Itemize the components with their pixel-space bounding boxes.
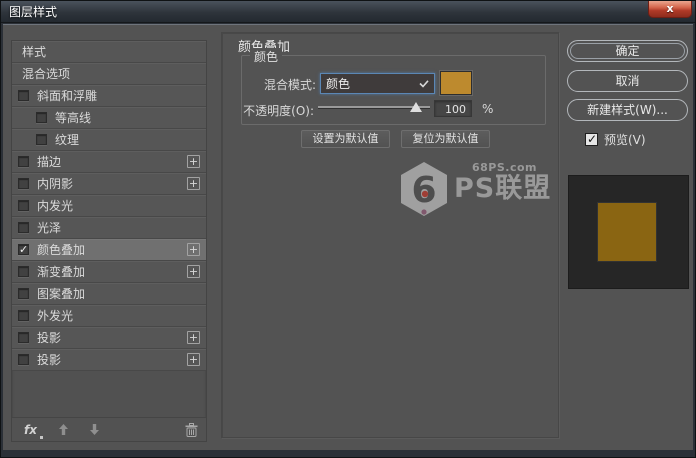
slider-thumb[interactable] <box>410 102 422 112</box>
sidebar-item[interactable]: 斜面和浮雕 <box>12 85 206 107</box>
title-bar: 图层样式 <box>1 1 695 23</box>
sidebar-item[interactable]: 渐变叠加+ <box>12 261 206 283</box>
duplicate-effect-button[interactable]: + <box>187 243 200 256</box>
effect-checkbox[interactable] <box>18 266 29 277</box>
sidebar-item-label: 图案叠加 <box>37 285 200 302</box>
sidebar-item-label: 描边 <box>37 153 187 170</box>
opacity-input[interactable]: 100 <box>434 100 472 117</box>
sidebar-item[interactable]: 投影+ <box>12 327 206 349</box>
effect-checkbox[interactable] <box>36 134 47 145</box>
sidebar-item[interactable]: 描边+ <box>12 151 206 173</box>
duplicate-effect-button[interactable]: + <box>187 353 200 366</box>
effect-checkbox[interactable] <box>18 200 29 211</box>
sidebar-item-label: 等高线 <box>55 109 200 126</box>
sidebar-item[interactable]: 光泽 <box>12 217 206 239</box>
styles-sidebar: 样式混合选项斜面和浮雕等高线纹理描边+内阴影+内发光光泽颜色叠加+渐变叠加+图案… <box>11 40 207 442</box>
make-default-button[interactable]: 设置为默认值 <box>301 130 390 148</box>
sidebar-item-label: 混合选项 <box>22 65 200 82</box>
sidebar-item-label: 光泽 <box>37 219 200 236</box>
sidebar-footer: fx <box>12 417 206 441</box>
style-list: 样式混合选项斜面和浮雕等高线纹理描边+内阴影+内发光光泽颜色叠加+渐变叠加+图案… <box>12 41 206 418</box>
arrow-down-icon <box>90 424 99 435</box>
sidebar-item[interactable]: 外发光 <box>12 305 206 327</box>
preview-checkbox-row[interactable]: 预览(V) <box>585 131 646 148</box>
percent-label: % <box>482 102 493 116</box>
duplicate-effect-button[interactable]: + <box>187 265 200 278</box>
color-groupbox: 颜色 混合模式: 颜色 不透明度(O): 100 % <box>241 55 546 125</box>
watermark: 6 68PS.com PS联盟 <box>398 161 551 219</box>
sidebar-item-label: 投影 <box>37 351 187 368</box>
delete-effect-button[interactable] <box>185 423 198 437</box>
blend-mode-select[interactable]: 颜色 <box>320 73 435 94</box>
sidebar-item[interactable]: 投影+ <box>12 349 206 371</box>
preview-label: 预览(V) <box>604 131 646 148</box>
sidebar-item-label: 内阴影 <box>37 175 187 192</box>
new-style-button[interactable]: 新建样式(W)... <box>567 99 688 121</box>
effect-checkbox[interactable] <box>18 156 29 167</box>
preview-swatch <box>598 203 656 261</box>
sidebar-item[interactable]: 混合选项 <box>12 63 206 85</box>
effect-checkbox[interactable] <box>18 90 29 101</box>
close-button[interactable]: x <box>648 1 692 18</box>
group-legend: 颜色 <box>250 48 282 65</box>
effect-settings-panel: 颜色叠加 颜色 混合模式: 颜色 不透明度(O): 100 % <box>221 32 559 438</box>
blend-mode-value: 颜色 <box>326 75 350 92</box>
reset-default-button[interactable]: 复位为默认值 <box>401 130 490 148</box>
move-down-button[interactable] <box>90 424 99 435</box>
effect-checkbox[interactable] <box>18 354 29 365</box>
effect-checkbox[interactable] <box>18 332 29 343</box>
effect-checkbox[interactable] <box>18 310 29 321</box>
sidebar-item[interactable]: 内阴影+ <box>12 173 206 195</box>
move-up-button[interactable] <box>59 424 68 435</box>
duplicate-effect-button[interactable]: + <box>187 177 200 190</box>
dialog-body: 样式混合选项斜面和浮雕等高线纹理描边+内阴影+内发光光泽颜色叠加+渐变叠加+图案… <box>3 24 693 450</box>
effect-checkbox[interactable] <box>18 178 29 189</box>
sidebar-item-label: 渐变叠加 <box>37 263 187 280</box>
layer-style-dialog: 图层样式 x 样式混合选项斜面和浮雕等高线纹理描边+内阴影+内发光光泽颜色叠加+… <box>0 0 696 458</box>
trash-icon <box>185 423 198 437</box>
effect-checkbox[interactable] <box>18 288 29 299</box>
duplicate-effect-button[interactable]: + <box>187 155 200 168</box>
ok-button[interactable]: 确定 <box>567 40 688 62</box>
opacity-slider[interactable] <box>318 100 430 116</box>
duplicate-effect-button[interactable]: + <box>187 331 200 344</box>
effect-checkbox[interactable] <box>36 112 47 123</box>
close-icon: x <box>666 2 673 15</box>
preview-checkbox[interactable] <box>585 133 598 146</box>
sidebar-item[interactable]: 纹理 <box>12 129 206 151</box>
svg-text:6: 6 <box>411 170 436 211</box>
cancel-button[interactable]: 取消 <box>567 70 688 92</box>
sidebar-item-label: 纹理 <box>55 131 200 148</box>
blend-color-swatch[interactable] <box>440 71 472 95</box>
preview-panel <box>568 175 689 289</box>
chevron-down-icon <box>419 80 429 88</box>
sidebar-item-label: 内发光 <box>37 197 200 214</box>
sidebar-item[interactable]: 颜色叠加+ <box>12 239 206 261</box>
arrow-up-icon <box>59 424 68 435</box>
sidebar-item[interactable]: 样式 <box>12 41 206 63</box>
sidebar-item-label: 斜面和浮雕 <box>37 87 200 104</box>
effect-checkbox[interactable] <box>18 222 29 233</box>
watermark-brand: PS联盟 <box>454 174 551 204</box>
sidebar-item-label: 外发光 <box>37 307 200 324</box>
sidebar-item[interactable]: 等高线 <box>12 107 206 129</box>
sidebar-item[interactable]: 内发光 <box>12 195 206 217</box>
sidebar-item[interactable]: 图案叠加 <box>12 283 206 305</box>
sidebar-item-label: 样式 <box>22 43 200 60</box>
watermark-logo-icon: 6 <box>398 161 450 219</box>
sidebar-item-label: 颜色叠加 <box>37 241 187 258</box>
window-title: 图层样式 <box>9 3 57 20</box>
fx-menu-button[interactable]: fx <box>24 423 37 437</box>
opacity-label: 不透明度(O): <box>242 102 314 119</box>
effect-checkbox[interactable] <box>18 244 29 255</box>
blend-mode-label: 混合模式: <box>242 76 316 93</box>
sidebar-item-label: 投影 <box>37 329 187 346</box>
